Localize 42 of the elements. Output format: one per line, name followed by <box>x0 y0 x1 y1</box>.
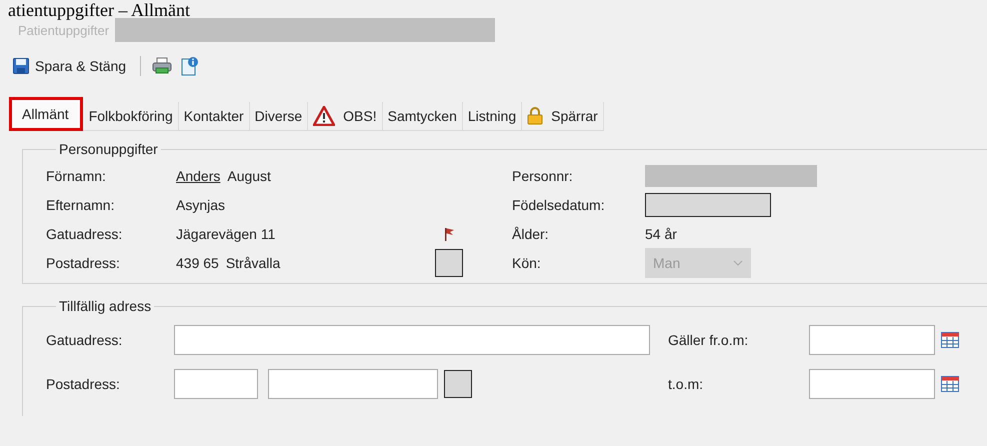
field-value: Asynjas <box>176 196 226 212</box>
field-label: Förnamn: <box>46 168 107 184</box>
group-title: Personuppgifter <box>58 141 159 157</box>
info-document-icon[interactable] <box>180 56 200 76</box>
save-icon <box>13 58 29 74</box>
street-field[interactable] <box>174 325 650 355</box>
warning-icon <box>313 106 336 126</box>
city-field[interactable] <box>268 369 438 399</box>
square-button[interactable] <box>444 370 472 398</box>
page-caption: atientuppgifter – Allmänt <box>7 0 191 20</box>
field-label: Kön: <box>512 254 542 270</box>
square-button[interactable] <box>435 248 463 276</box>
field-label: Efternamn: <box>46 196 116 212</box>
date-field[interactable] <box>645 192 771 216</box>
field-label: Gatuadress: <box>46 332 124 348</box>
field-label: t.o.m: <box>667 376 704 392</box>
postcode-field[interactable] <box>174 369 258 399</box>
field-value: Jägarevägen 11 <box>176 226 276 242</box>
field-value: 439 65 <box>176 254 219 270</box>
field-label: Personnr: <box>512 168 574 184</box>
field-label: Postadress: <box>46 254 121 270</box>
flag-icon <box>443 226 455 240</box>
date-field[interactable] <box>809 325 935 355</box>
tab[interactable]: Allmänt <box>10 98 82 130</box>
field-label: Födelsedatum: <box>512 196 606 212</box>
field-value: August <box>227 168 271 184</box>
field-value: Stråvalla <box>226 254 280 270</box>
padlock-icon <box>527 107 544 125</box>
field-value: 54 år <box>645 226 678 242</box>
window-title: Patientuppgifter <box>18 22 110 38</box>
save-close-button[interactable]: Spara & Stäng <box>10 56 130 76</box>
date-field[interactable] <box>809 369 935 399</box>
calendar-icon[interactable] <box>941 332 959 348</box>
field-label: Gäller fr.o.m: <box>667 332 750 348</box>
field-label: Postadress: <box>46 376 121 392</box>
printer-icon[interactable] <box>152 57 172 75</box>
group-title: Tillfällig adress <box>58 298 152 314</box>
field-label: Gatuadress: <box>46 226 124 242</box>
calendar-icon[interactable] <box>941 376 959 392</box>
field-label: Ålder: <box>512 226 550 242</box>
chevron-down-icon <box>733 260 743 266</box>
field-value: Anders <box>176 168 220 184</box>
